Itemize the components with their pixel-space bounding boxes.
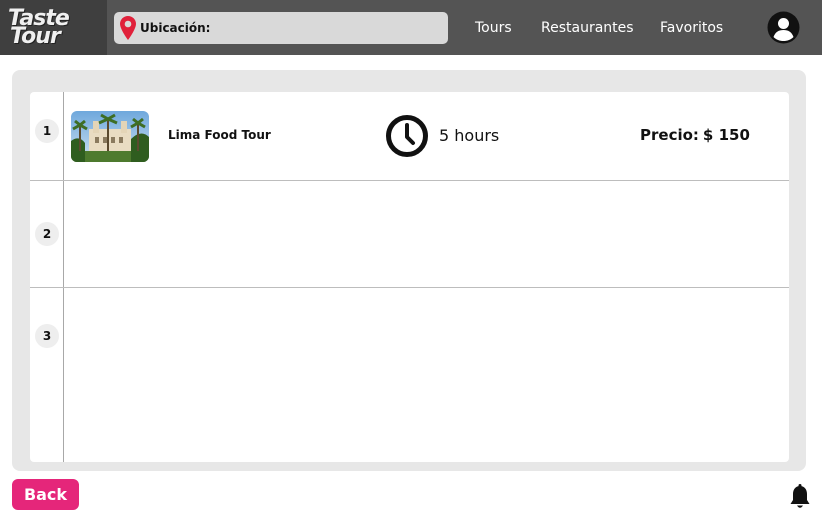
row-divider (30, 180, 789, 181)
row-number-1: 1 (35, 119, 59, 143)
taste-tour-logo[interactable]: Taste Tour (0, 0, 107, 55)
clock-icon (385, 114, 429, 158)
row-number-3: 3 (35, 324, 59, 348)
tour-list-table: 1 Lima Food Tour 5 hours Precio: $ 150 2… (30, 92, 789, 462)
location-field[interactable]: Ubicación: (114, 12, 448, 44)
row-number-2: 2 (35, 222, 59, 246)
map-pin-icon (118, 14, 138, 42)
tour-duration: 5 hours (439, 126, 500, 145)
location-label: Ubicación: (140, 21, 211, 35)
row-divider (30, 287, 789, 288)
tour-price: Precio: $ 150 (640, 126, 750, 144)
top-navbar: Taste Tour Ubicación: Tours Restaurantes… (0, 0, 822, 55)
nav-restaurants[interactable]: Restaurantes (541, 0, 634, 55)
tour-thumbnail[interactable] (71, 111, 149, 162)
nav-tours[interactable]: Tours (475, 0, 512, 55)
bell-icon[interactable] (789, 484, 811, 510)
logo-line-2: Tour (10, 23, 61, 49)
price-label: Precio: (640, 126, 699, 144)
tour-name[interactable]: Lima Food Tour (168, 128, 271, 142)
column-divider (63, 92, 64, 462)
user-circle-icon[interactable] (767, 11, 800, 44)
price-value: $ 150 (702, 126, 750, 144)
back-button[interactable]: Back (12, 479, 79, 510)
nav-favorites[interactable]: Favoritos (660, 0, 723, 55)
